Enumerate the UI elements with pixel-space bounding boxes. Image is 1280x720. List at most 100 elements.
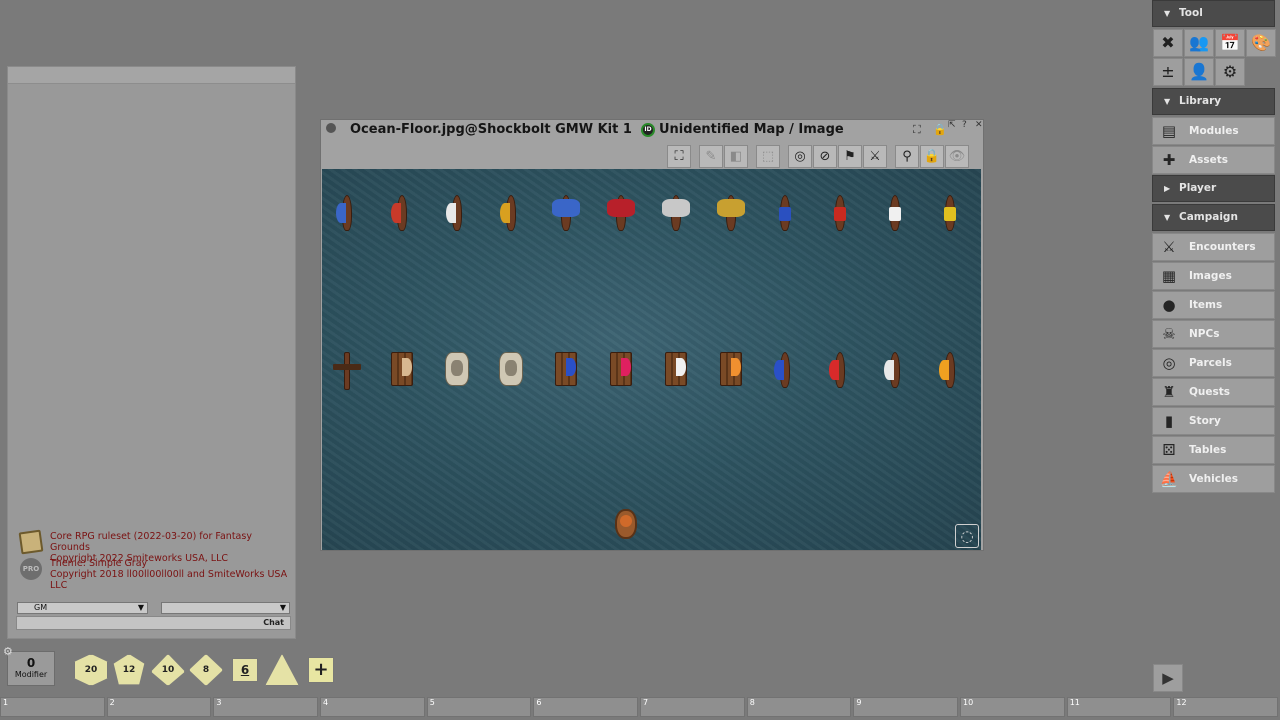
map-token[interactable] [443,350,471,390]
campaign-section-header[interactable]: ▼ Campaign [1152,204,1275,231]
d10-die[interactable]: 10 [151,654,185,686]
map-token[interactable] [826,350,854,390]
map-token[interactable] [662,350,690,390]
add-die-button[interactable]: + [308,657,334,683]
map-token[interactable] [716,193,745,233]
hotkey-slot[interactable]: 10 [960,697,1065,717]
chevron-down-icon: ▼ [1164,97,1171,106]
map-token[interactable] [826,193,854,233]
sidebar-item-tables[interactable]: ⚄ Tables [1152,436,1275,464]
window-title-bar[interactable]: Ocean-Floor.jpg@Shockbolt GMW Kit 1 ID U… [321,120,983,142]
map-token[interactable] [552,193,581,233]
library-section-header[interactable]: ▼ Library [1152,88,1275,115]
map-token[interactable] [333,193,361,233]
hotkey-slot[interactable]: 9 [853,697,959,717]
player-section-header[interactable]: ▶ Player [1152,175,1275,202]
hotkey-slot[interactable]: 4 [320,697,425,717]
identified-toggle-icon[interactable]: ID [641,123,655,137]
modifier-icon[interactable]: ± [1153,58,1183,86]
hotkey-slot[interactable]: 8 [746,697,852,717]
map-canvas[interactable]: ◌ [322,169,981,550]
sidebar-item-items[interactable]: ● Items [1152,291,1275,319]
play-icon[interactable]: ▶ [1153,664,1183,692]
hotkey-slot[interactable]: 12 [1173,697,1279,717]
hotkey-slot[interactable]: 3 [213,697,319,717]
hotkey-slot[interactable]: 5 [426,697,532,717]
token-sail [336,203,346,223]
sidebar-item-modules[interactable]: ▤ Modules [1152,117,1275,145]
minimize-button[interactable]: ⇱ [948,120,956,130]
d20-die[interactable]: 20 [74,654,108,686]
target-icon[interactable]: ◎ [788,145,812,168]
lock-icon[interactable]: 🔒 [920,145,944,168]
d12-die[interactable]: 12 [113,654,145,685]
sidebar-item-npcs[interactable]: ☠ NPCs [1152,320,1275,348]
chat-panel: Core RPG ruleset (2022-03-20) for Fantas… [7,66,296,639]
sidebar-item-quests[interactable]: ♜ Quests [1152,378,1275,406]
map-token[interactable] [443,193,471,233]
combat-icon[interactable]: ✖ [1153,29,1183,57]
map-token[interactable] [881,193,909,233]
identity-select[interactable]: GM ▼ [17,602,148,614]
map-token[interactable] [936,350,964,390]
eraser-icon[interactable]: ◧ [724,145,748,168]
draw-icon[interactable]: ✎ [699,145,723,168]
effects-icon[interactable]: 👤 [1184,58,1214,86]
sidebar-item-story[interactable]: ▮ Story [1152,407,1275,435]
map-token[interactable] [661,193,690,233]
party-icon[interactable]: 👥 [1184,29,1214,57]
map-token[interactable] [607,193,635,233]
d8-die[interactable]: 8 [189,654,223,686]
map-token[interactable] [881,350,909,390]
map-token[interactable] [771,193,799,233]
select-icon[interactable]: ⬚ [756,145,780,168]
map-token[interactable] [333,350,361,390]
hotkey-slot[interactable]: 6 [533,697,639,717]
map-token[interactable] [607,350,635,390]
swords-icon[interactable]: ⚔ [863,145,887,168]
lock-icon[interactable]: 🔒 [933,123,947,136]
tool-section-header[interactable]: ▼ Tool [1152,0,1275,27]
visibility-icon[interactable]: 👁 [945,145,969,168]
language-select[interactable]: ▼ [161,602,290,614]
gear-icon[interactable]: ⚙ [3,646,15,658]
flag-icon[interactable]: ⚑ [838,145,862,168]
chat-header [8,67,295,84]
sidebar-item-encounters[interactable]: ⚔ Encounters [1152,233,1275,261]
map-token[interactable] [717,350,745,390]
sidebar-item-vehicles[interactable]: ⛵ Vehicles [1152,465,1275,493]
map-token[interactable] [771,350,799,390]
info-icon[interactable] [326,123,336,133]
section-title: Tool [1179,7,1203,19]
d4-die[interactable] [265,654,299,686]
map-icon: ▦ [1161,267,1177,285]
hotkey-slot[interactable]: 7 [640,697,745,717]
hotkey-slot[interactable]: 1 [0,697,105,717]
palette-icon[interactable]: 🎨 [1246,29,1276,57]
help-button[interactable]: ? [962,120,967,130]
map-token[interactable] [388,193,416,233]
pin-icon[interactable]: ⚲ [895,145,919,168]
chevron-down-icon: ▼ [1164,9,1171,18]
expand-icon[interactable]: ⛶ [667,145,691,168]
settings-icon[interactable]: ⚙ [1215,58,1245,86]
sidebar-item-parcels[interactable]: ◎ Parcels [1152,349,1275,377]
map-token[interactable] [388,350,416,390]
token-sail [938,360,949,380]
chat-input[interactable]: Chat [16,616,291,630]
map-token[interactable] [497,193,525,233]
map-token[interactable] [497,350,525,390]
map-token[interactable] [552,350,580,390]
close-button[interactable]: ✕ [975,120,983,130]
calendar-icon[interactable]: 📅 [1215,29,1245,57]
recenter-icon[interactable]: ◌ [955,524,979,548]
share-icon[interactable]: ⛶ [913,123,921,137]
hotkey-slot[interactable]: 2 [106,697,212,717]
hotkey-slot[interactable]: 11 [1066,697,1172,717]
sidebar-item-images[interactable]: ▦ Images [1152,262,1275,290]
sidebar-item-assets[interactable]: ✚ Assets [1152,146,1275,174]
d6-die[interactable]: 6 [232,658,258,682]
map-token[interactable] [936,193,964,233]
map-token[interactable] [612,505,640,545]
hide-icon[interactable]: ⊘ [813,145,837,168]
